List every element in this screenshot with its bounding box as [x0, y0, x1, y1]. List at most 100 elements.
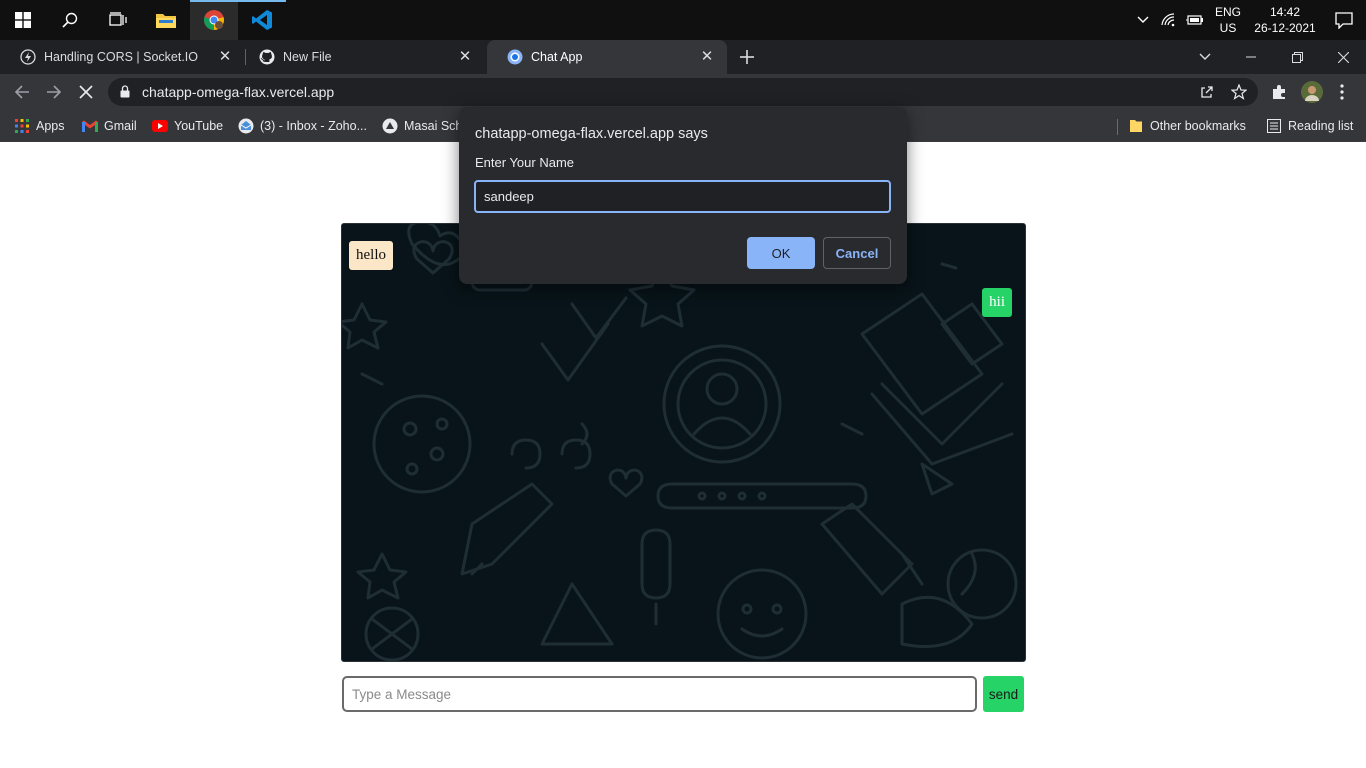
vscode-taskbar-button[interactable]: [238, 0, 286, 40]
extensions-button[interactable]: [1265, 78, 1293, 106]
new-tab-button[interactable]: [736, 46, 758, 68]
stop-icon: [79, 85, 93, 99]
clock-date: 26-12-2021: [1254, 21, 1316, 35]
youtube-icon: [152, 120, 168, 132]
windows-icon: [15, 12, 31, 28]
taskbar-search-button[interactable]: [46, 0, 94, 40]
dialog-title: chatapp-omega-flax.vercel.app says: [475, 126, 708, 142]
task-view-button[interactable]: [94, 0, 142, 40]
bookmark-gmail[interactable]: Gmail: [82, 116, 137, 136]
bookmarks-divider: [1117, 119, 1118, 135]
puzzle-icon: [1273, 85, 1285, 99]
chat-app-icon: [507, 49, 523, 65]
tab-title: Chat App: [531, 50, 583, 64]
tab-close-icon[interactable]: ✕: [699, 49, 715, 65]
forward-button[interactable]: [40, 78, 68, 106]
folder-icon: [1130, 120, 1142, 132]
bookmark-label: Other bookmarks: [1150, 119, 1246, 133]
bookmark-label: Apps: [36, 119, 65, 133]
language-indicator[interactable]: ENG US: [1208, 4, 1248, 36]
other-bookmarks[interactable]: Other bookmarks: [1128, 116, 1246, 136]
bookmark-apps[interactable]: Apps: [14, 116, 65, 136]
bookmark-star-button[interactable]: [1230, 83, 1248, 101]
close-window-button[interactable]: [1320, 40, 1366, 74]
share-button[interactable]: [1198, 83, 1216, 101]
send-button[interactable]: send: [983, 676, 1024, 712]
message-bubble-outgoing: hii: [982, 288, 1012, 317]
restore-icon: [1291, 51, 1303, 63]
github-icon: [259, 49, 275, 65]
tab-close-icon[interactable]: ✕: [217, 49, 233, 65]
reading-list-icon: [1267, 119, 1281, 133]
minimize-button[interactable]: [1228, 40, 1274, 74]
clock[interactable]: 14:42 26-12-2021: [1248, 4, 1322, 36]
system-tray: ENG US 14:42 26-12-2021: [1130, 0, 1366, 40]
language-code: ENG: [1214, 5, 1241, 19]
bookmark-label: Gmail: [104, 119, 137, 133]
battery-button[interactable]: [1182, 0, 1208, 40]
chevron-down-icon: [1199, 53, 1211, 60]
wifi-icon: [1161, 13, 1175, 27]
forward-arrow-icon: [47, 85, 62, 99]
message-input[interactable]: [342, 676, 977, 712]
chat-messages-area[interactable]: hello hii: [341, 223, 1026, 662]
vscode-icon: [252, 10, 272, 30]
tab-title: Handling CORS | Socket.IO: [44, 50, 199, 64]
ok-button[interactable]: OK: [747, 237, 815, 269]
tab-close-icon[interactable]: ✕: [457, 49, 473, 65]
back-button[interactable]: [8, 78, 36, 106]
tab-title: New File: [283, 50, 332, 64]
masai-icon: [382, 118, 398, 134]
bookmark-zoho-inbox[interactable]: (3) - Inbox - Zoho...: [238, 116, 367, 136]
tab-search-button[interactable]: [1182, 40, 1228, 74]
close-icon: [1337, 51, 1349, 63]
bookmark-label: (3) - Inbox - Zoho...: [260, 119, 367, 133]
bookmark-masai[interactable]: Masai Sch: [382, 116, 462, 136]
reading-list[interactable]: Reading list: [1266, 116, 1353, 136]
star-icon: [1231, 84, 1247, 100]
tab-new-file[interactable]: New File ✕: [239, 40, 485, 74]
chrome-menu-button[interactable]: [1328, 78, 1356, 106]
task-view-icon: [109, 12, 127, 26]
stop-loading-button[interactable]: [72, 78, 100, 106]
prompt-dialog: chatapp-omega-flax.vercel.app says Enter…: [459, 107, 907, 284]
notification-center-button[interactable]: [1322, 0, 1366, 40]
plus-icon: [740, 50, 754, 64]
folder-icon: [156, 14, 176, 28]
apps-grid-icon: [15, 119, 29, 133]
tab-chat-app[interactable]: Chat App ✕: [487, 40, 727, 74]
lock-icon[interactable]: [120, 85, 130, 98]
bookmark-label: Reading list: [1288, 119, 1354, 133]
bookmark-youtube[interactable]: YouTube: [152, 116, 223, 136]
cancel-button[interactable]: Cancel: [823, 237, 891, 269]
wifi-button[interactable]: [1156, 0, 1182, 40]
chat-background-pattern: [342, 224, 1018, 661]
bookmark-label: YouTube: [174, 119, 224, 133]
file-explorer-button[interactable]: [142, 0, 190, 40]
address-bar[interactable]: chatapp-omega-flax.vercel.app: [108, 78, 1258, 106]
clock-time: 14:42: [1269, 5, 1301, 19]
name-input[interactable]: [474, 180, 891, 213]
profile-avatar[interactable]: [1298, 78, 1326, 106]
windows-taskbar: ENG US 14:42 26-12-2021: [0, 0, 1366, 40]
share-icon: [1201, 86, 1213, 98]
battery-icon: [1186, 15, 1203, 25]
more-vert-icon: [1340, 84, 1344, 100]
browser-toolbar: chatapp-omega-flax.vercel.app: [0, 74, 1366, 110]
tray-chevron-button[interactable]: [1130, 0, 1156, 40]
back-arrow-icon: [14, 85, 29, 99]
notification-icon: [1335, 11, 1353, 29]
chrome-taskbar-button[interactable]: [190, 0, 238, 40]
restore-button[interactable]: [1274, 40, 1320, 74]
socketio-icon: [20, 49, 36, 65]
dialog-prompt-label: Enter Your Name: [475, 155, 575, 170]
address-url: chatapp-omega-flax.vercel.app: [142, 84, 335, 100]
avatar: [1301, 81, 1323, 103]
chrome-icon: [204, 10, 224, 30]
tab-socketio[interactable]: Handling CORS | Socket.IO ✕: [0, 40, 245, 74]
search-icon: [62, 12, 78, 28]
region-code: US: [1219, 21, 1237, 35]
windows-start-button[interactable]: [0, 0, 46, 40]
browser-tab-strip: Handling CORS | Socket.IO ✕ New File ✕ C…: [0, 40, 1366, 74]
minimize-icon: [1246, 56, 1256, 58]
